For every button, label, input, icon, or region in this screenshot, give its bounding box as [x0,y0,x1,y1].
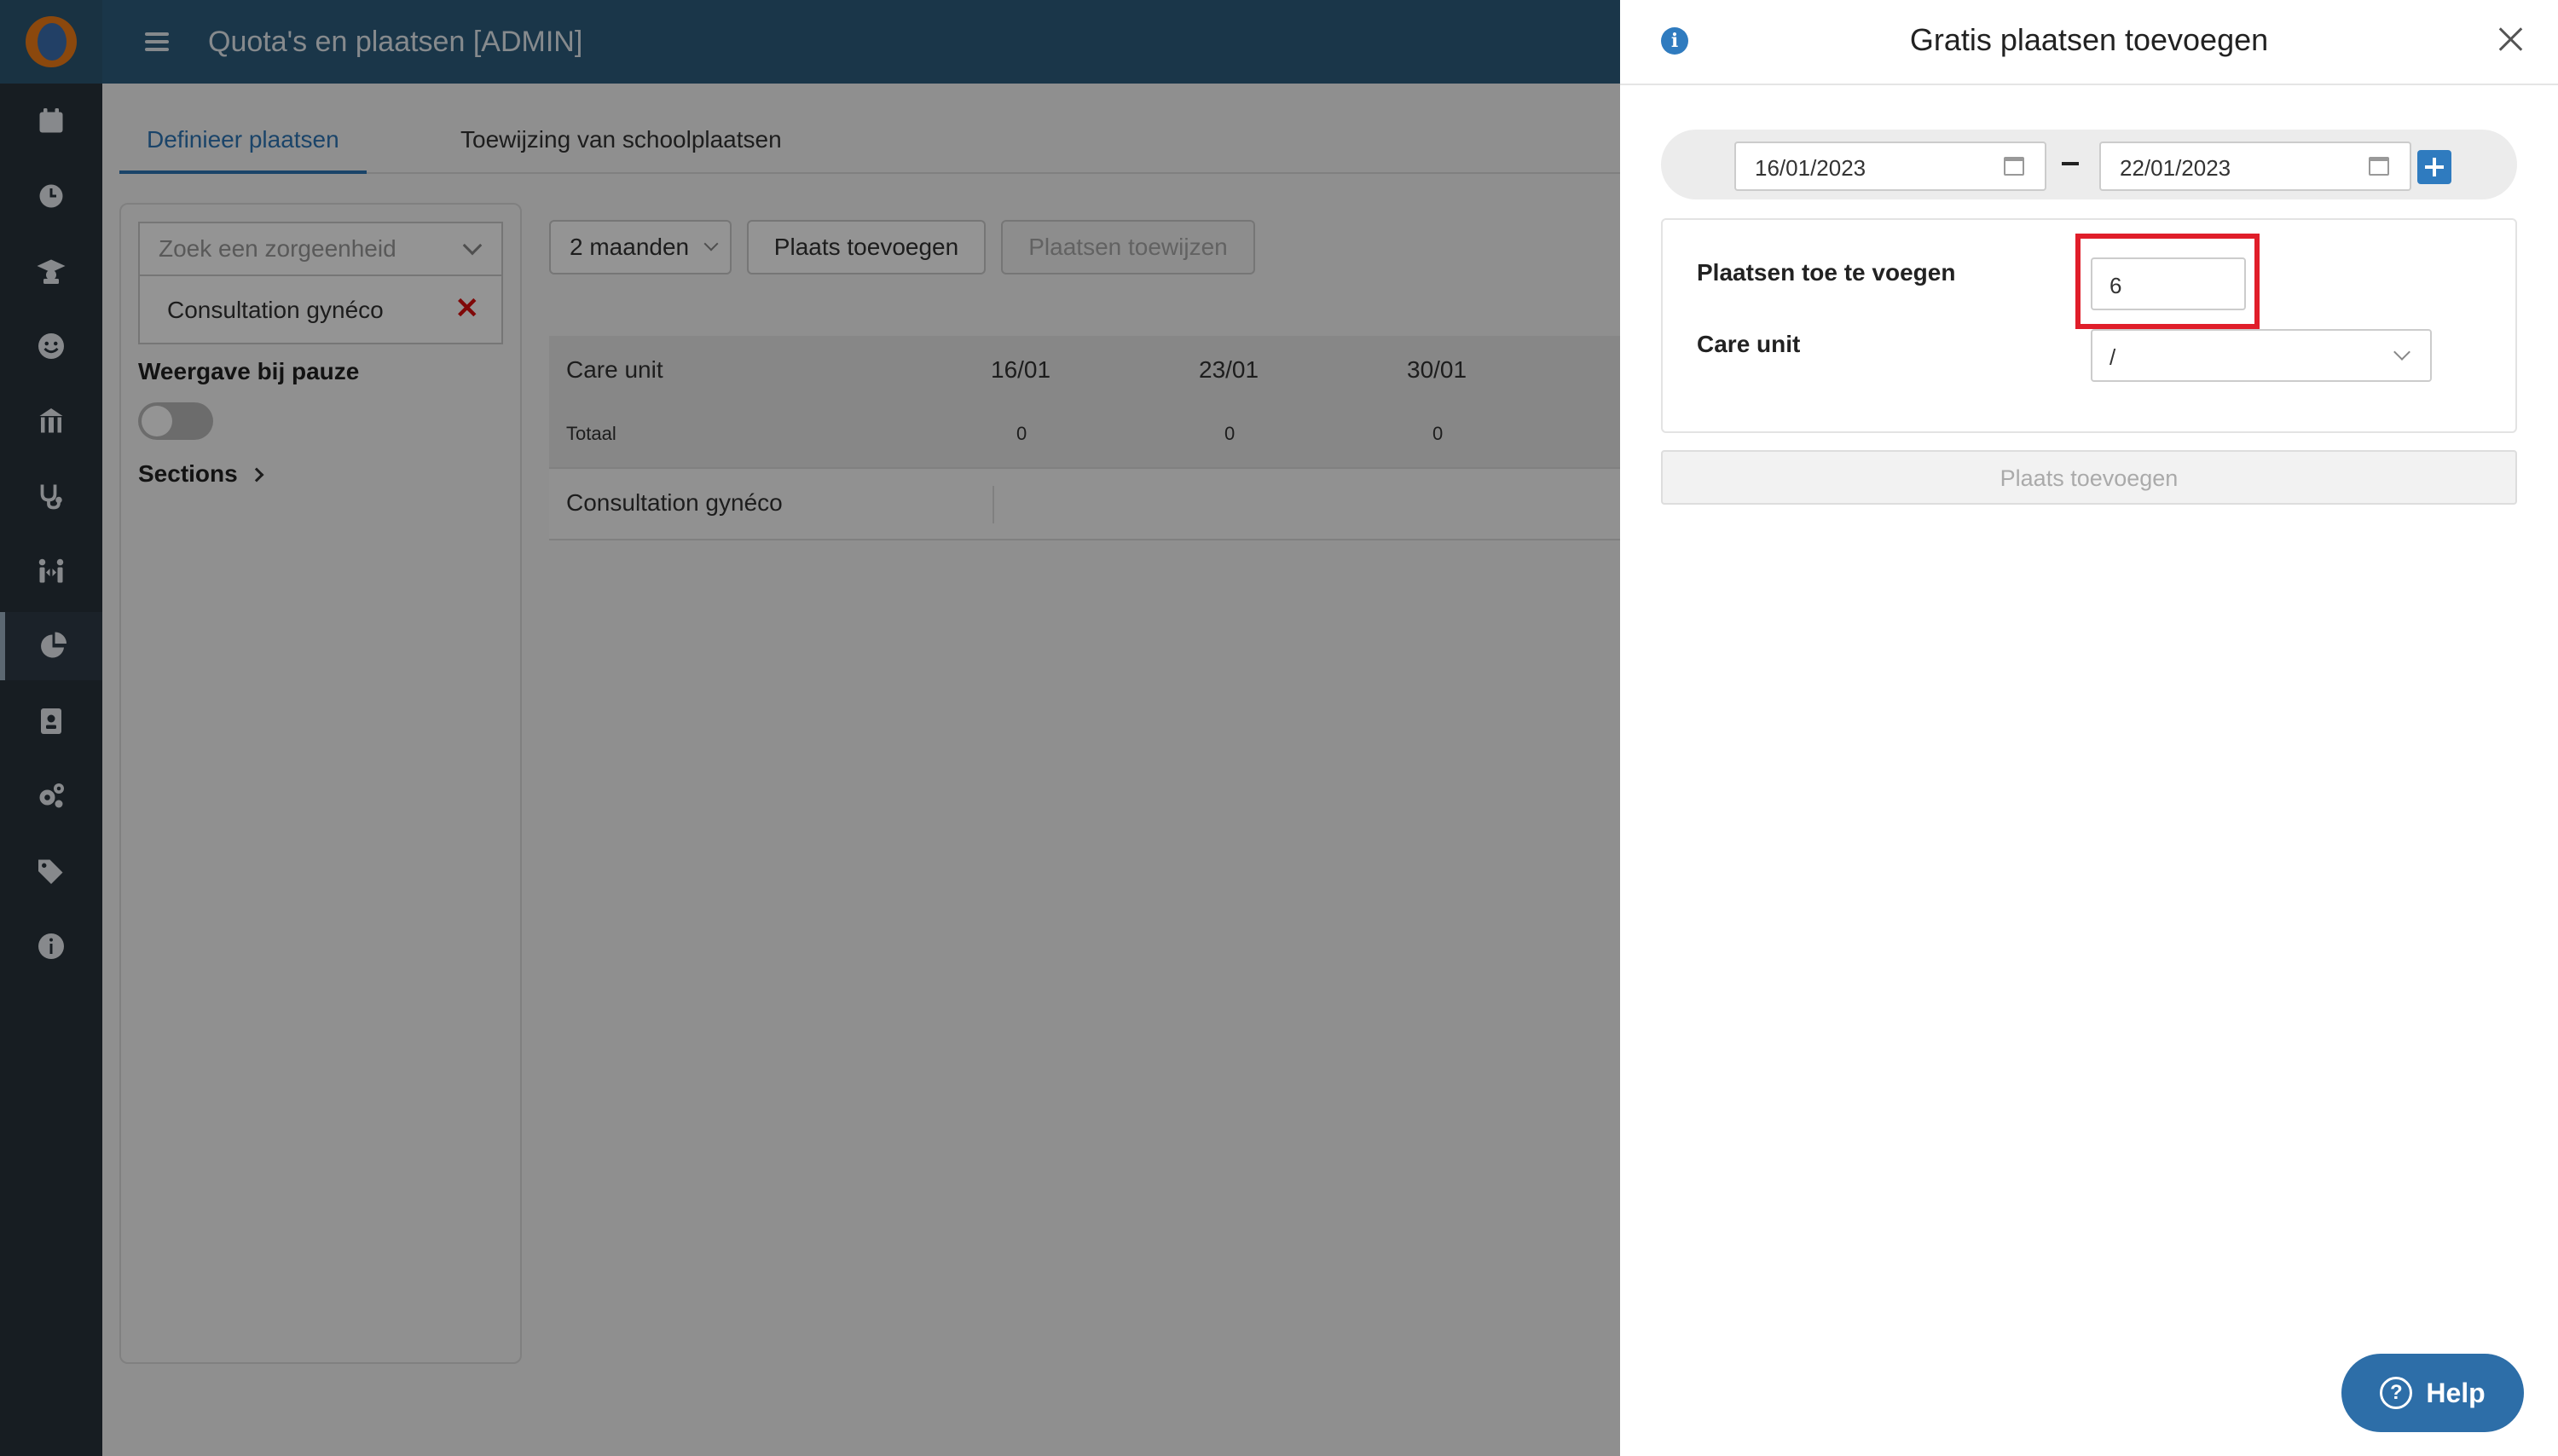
date-to-input[interactable]: 22/01/2023 [2099,142,2411,191]
range-separator [2062,162,2079,165]
places-form: Plaatsen toe te voegen 6 Care unit / [1661,218,2517,433]
date-to-value: 22/01/2023 [2120,155,2231,181]
chevron-down-icon [2393,344,2410,361]
date-from-value: 16/01/2023 [1755,155,1866,181]
drawer-header: i Gratis plaatsen toevoegen [1620,0,2558,85]
care-unit-select[interactable]: / [2091,329,2432,382]
submit-add-place-button[interactable]: Plaats toevoegen [1661,450,2517,505]
modal-overlay[interactable] [0,0,1620,1456]
add-range-button[interactable] [2417,150,2451,184]
help-button[interactable]: ? Help [2341,1354,2524,1432]
drawer-title: Gratis plaatsen toevoegen [1909,22,2269,57]
help-label: Help [2426,1377,2486,1408]
highlight-box [2075,234,2260,329]
add-places-drawer: i Gratis plaatsen toevoegen 16/01/2023 2… [1620,0,2558,1456]
care-unit-value: / [2109,344,2116,370]
close-icon[interactable] [2493,22,2527,56]
care-unit-label: Care unit [1697,331,1801,357]
question-icon: ? [2380,1377,2413,1409]
calendar-icon [2369,157,2389,176]
places-label: Plaatsen toe te voegen [1697,259,1956,286]
calendar-icon [2004,157,2024,176]
date-from-input[interactable]: 16/01/2023 [1734,142,2046,191]
date-range: 16/01/2023 22/01/2023 [1661,130,2517,199]
